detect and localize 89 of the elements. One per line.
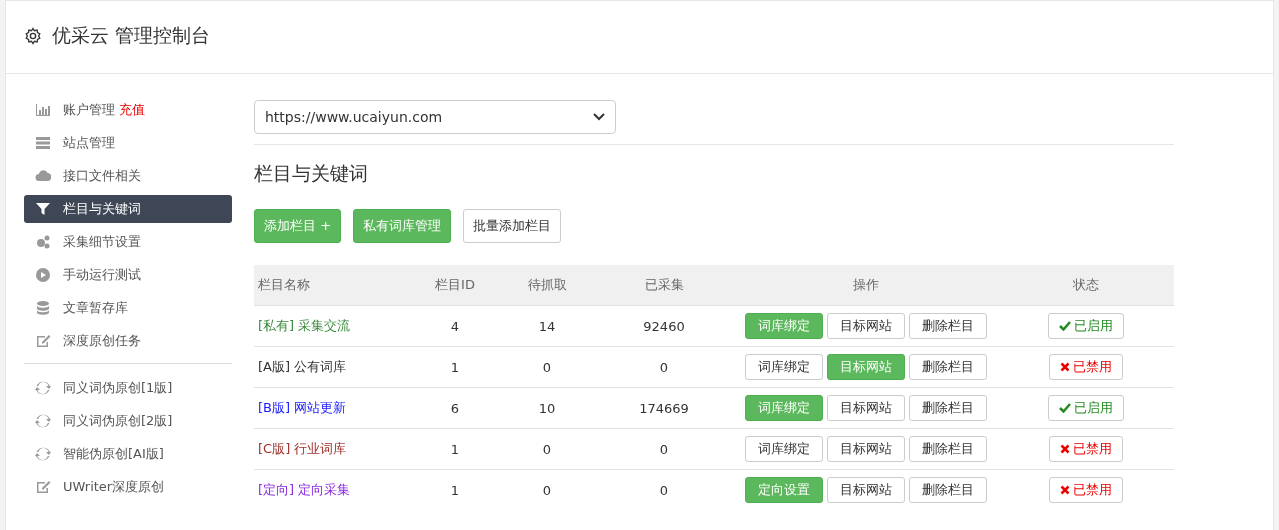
action-button[interactable]: 删除栏目	[909, 395, 987, 421]
table-cell: 0	[501, 469, 593, 510]
sidebar-label: 接口文件相关	[63, 167, 141, 185]
sidebar-item[interactable]: 账户管理 充值	[24, 96, 232, 124]
sidebar-item[interactable]: 文章暂存库	[24, 294, 232, 322]
sidebar-label: UWriter深度原创	[63, 478, 165, 496]
action-button[interactable]: 目标网站	[827, 436, 905, 462]
column-name-cell: [C版] 行业词库	[254, 428, 409, 470]
status-badge: 已禁用	[1048, 354, 1123, 380]
action-button[interactable]: 删除栏目	[909, 477, 987, 503]
action-button[interactable]: 删除栏目	[909, 436, 987, 462]
column-header: 栏目ID	[409, 265, 501, 306]
table-cell: 6	[409, 387, 501, 429]
sidebar-item[interactable]: 栏目与关键词	[24, 195, 232, 223]
action-button[interactable]: 词库绑定	[745, 354, 823, 380]
sidebar-label: 账户管理	[63, 101, 115, 119]
table-cell: 0	[501, 428, 593, 470]
column-header: 栏目名称	[254, 265, 409, 306]
table-cell: 4	[409, 305, 501, 347]
column-name-cell: [定向] 定向采集	[254, 469, 409, 510]
action-button[interactable]: 删除栏目	[909, 354, 987, 380]
column-header: 状态	[997, 265, 1174, 306]
status-badge: 已禁用	[1048, 477, 1123, 503]
refresh-icon	[35, 413, 51, 429]
table-cell: 0	[593, 428, 735, 470]
sidebar-item[interactable]: UWriter深度原创	[24, 473, 232, 501]
sidebar-label: 站点管理	[63, 134, 115, 152]
edit-icon	[35, 333, 51, 349]
database-icon	[35, 300, 51, 316]
cloud-icon	[35, 168, 51, 184]
sidebar-label: 采集细节设置	[63, 233, 141, 251]
settings-icon	[24, 27, 42, 45]
app-title: 优采云 管理控制台	[52, 23, 211, 48]
column-name-cell: [B版] 网站更新	[254, 387, 409, 429]
sidebar-item[interactable]: 深度原创任务	[24, 327, 232, 355]
table-cell: 14	[501, 305, 593, 347]
bar-chart-icon	[35, 102, 51, 118]
sidebar-item[interactable]: 同义词伪原创[1版]	[24, 374, 232, 402]
sidebar-label: 同义词伪原创[2版]	[63, 412, 173, 430]
status-badge: 已禁用	[1048, 436, 1123, 462]
filter-icon	[35, 201, 51, 217]
sidebar-item[interactable]: 智能伪原创[AI版]	[24, 440, 232, 468]
table-cell: 174669	[593, 387, 735, 429]
edit-icon	[35, 479, 51, 495]
cross-icon	[1059, 444, 1070, 454]
table-cell: 0	[593, 469, 735, 510]
site-select[interactable]: https://www.ucaiyun.com	[254, 100, 616, 134]
check-icon	[1058, 321, 1071, 331]
toolbar-button[interactable]: 批量添加栏目	[463, 209, 562, 243]
table-cell: 0	[593, 346, 735, 388]
refresh-icon	[35, 446, 51, 462]
status-badge: 已启用	[1047, 395, 1124, 421]
recharge-link[interactable]: 充值	[119, 101, 145, 119]
status-badge: 已启用	[1047, 313, 1124, 339]
action-button[interactable]: 词库绑定	[745, 436, 823, 462]
table-cell: 10	[501, 387, 593, 429]
sidebar-label: 深度原创任务	[63, 332, 141, 350]
chevron-down-icon	[593, 113, 605, 121]
sidebar-item[interactable]: 采集细节设置	[24, 228, 232, 256]
server-icon	[35, 135, 51, 151]
cross-icon	[1059, 485, 1070, 495]
action-button[interactable]: 目标网站	[827, 477, 905, 503]
play-icon	[35, 267, 51, 283]
refresh-icon	[35, 380, 51, 396]
sidebar-label: 同义词伪原创[1版]	[63, 379, 173, 397]
action-button[interactable]: 删除栏目	[909, 313, 987, 339]
table-cell: 1	[409, 346, 501, 388]
column-name-cell: [A版] 公有词库	[254, 346, 409, 388]
sidebar-label: 文章暂存库	[63, 299, 128, 317]
column-header: 已采集	[593, 265, 735, 306]
action-button[interactable]: 目标网站	[827, 395, 905, 421]
section-title: 栏目与关键词	[254, 161, 369, 186]
sidebar-label: 栏目与关键词	[63, 200, 141, 218]
sidebar-item[interactable]: 同义词伪原创[2版]	[24, 407, 232, 435]
column-header: 操作	[735, 265, 997, 306]
table-cell: 1	[409, 428, 501, 470]
table-cell: 1	[409, 469, 501, 510]
table-cell: 92460	[593, 305, 735, 347]
action-button[interactable]: 目标网站	[827, 313, 905, 339]
table-cell: 0	[501, 346, 593, 388]
check-icon	[1058, 403, 1071, 413]
sidebar-item[interactable]: 手动运行测试	[24, 261, 232, 289]
sidebar-item[interactable]: 站点管理	[24, 129, 232, 157]
column-name-cell: [私有] 采集交流	[254, 305, 409, 347]
cross-icon	[1059, 362, 1070, 372]
column-header: 待抓取	[501, 265, 593, 306]
sidebar-label: 智能伪原创[AI版]	[63, 445, 164, 463]
sidebar-label: 手动运行测试	[63, 266, 141, 284]
sidebar-item[interactable]: 接口文件相关	[24, 162, 232, 190]
